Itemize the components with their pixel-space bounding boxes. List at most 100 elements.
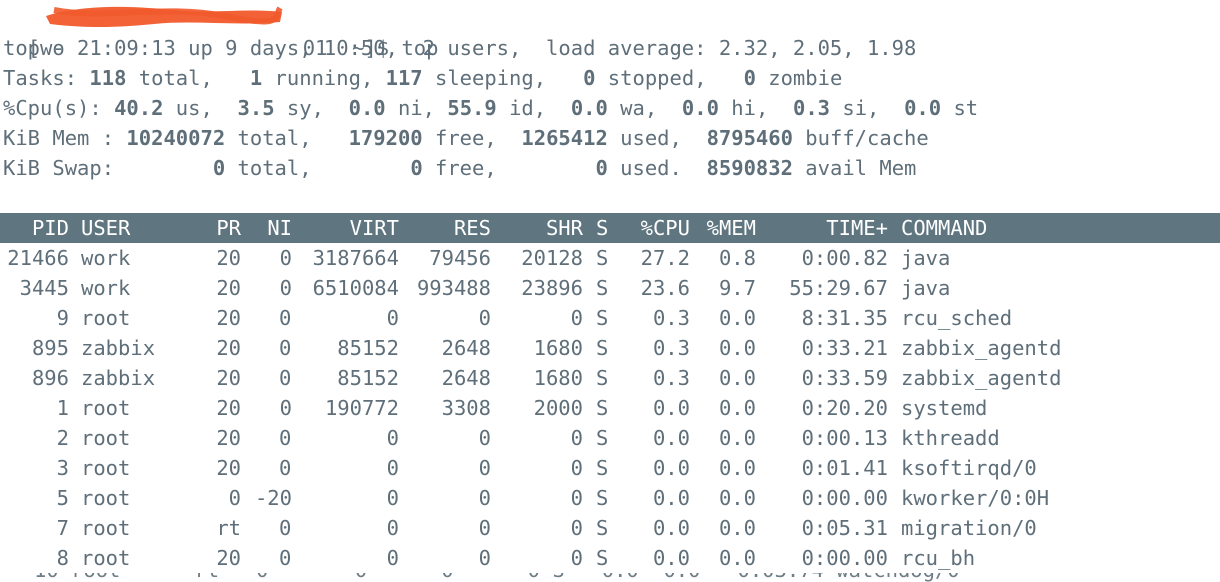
cell-command: kworker/0:0H (901, 486, 1050, 510)
tasks-sleeping-label: sleeping, (422, 66, 584, 90)
col-header-s: S (596, 216, 609, 240)
cell-res: 2648 (441, 336, 491, 360)
cell-cpu: 0.3 (652, 306, 690, 330)
cell-ni: 0 (279, 276, 292, 300)
process-row: 9 root 20 0 0 0 0 S 0.3 0.0 8:31.35 rcu_sched (0, 303, 1220, 333)
cell-pid: 7 (56, 516, 69, 540)
cell-s: S (596, 276, 609, 300)
cell-pid: 3445 (19, 276, 69, 300)
cpu-id: 55.9 (447, 96, 497, 120)
cell-pr: rt (216, 516, 241, 540)
cpu-wa: 0.0 (570, 96, 608, 120)
cpu-line: %Cpu(s): 40.2 us, 3.5 sy, 0.0 ni, 55.9 i… (3, 93, 978, 123)
cell-cpu: 27.2 (640, 246, 690, 270)
cell-s: S (596, 456, 609, 480)
cell-s: S (596, 396, 609, 420)
cell-mem: 0.0 (718, 336, 756, 360)
cell-virt: 0 (386, 306, 399, 330)
cell-pid: 1 (56, 396, 69, 420)
cell-user: work (81, 276, 131, 300)
cell-s: S (596, 486, 609, 510)
cell-time: 0:33.59 (801, 366, 888, 390)
cell-command: java (901, 276, 951, 300)
mem-line: KiB Mem : 10240072 total, 179200 free, 1… (3, 123, 929, 153)
col-header-mem: %MEM (706, 216, 756, 240)
process-row: 1 root 20 0 190772 3308 2000 S 0.0 0.0 0:20.20 syst… (0, 393, 1220, 423)
cell-cpu: 0.0 (652, 456, 690, 480)
cell-virt: 6510084 (312, 276, 399, 300)
cell-pr: 20 (216, 306, 241, 330)
mem-label: KiB Mem : (3, 126, 127, 150)
cell-command: migration/0 (901, 516, 1037, 540)
cell-time: 0:00.00 (801, 546, 888, 570)
cpu-label: %Cpu(s): (3, 96, 115, 120)
cell-mem: 0.0 (718, 366, 756, 390)
cell-mem: 0.0 (718, 516, 756, 540)
col-header-ni: NI (267, 216, 292, 240)
cell-command: systemd (901, 396, 988, 420)
cell-time: 0:01.41 (801, 456, 888, 480)
swap-free: 0 (410, 156, 423, 180)
cell-virt: 0 (386, 516, 399, 540)
cell-cpu: 0.3 (652, 336, 690, 360)
mem-used: 1265412 (521, 126, 608, 150)
col-header-command: COMMAND (901, 216, 988, 240)
cpu-wa-label: wa, (607, 96, 682, 120)
swap-used: 0 (595, 156, 608, 180)
cell-pr: 20 (216, 336, 241, 360)
redaction-scribble-icon (46, 6, 283, 27)
col-header-time: TIME+ (826, 216, 888, 240)
mem-free: 179200 (348, 126, 423, 150)
mem-used-label: used, (607, 126, 707, 150)
cell-user: zabbix (81, 336, 156, 360)
mem-buff-label: buff/cache (792, 126, 929, 150)
cell-res: 0 (478, 426, 491, 450)
cpu-us-label: us, (163, 96, 238, 120)
cell-pr: 20 (216, 276, 241, 300)
cell-cpu: 0.0 (652, 546, 690, 570)
cell-shr: 23896 (521, 276, 583, 300)
cell-time: 0:20.20 (801, 396, 888, 420)
col-header-pid: PID (31, 216, 69, 240)
cell-shr: 1680 (533, 336, 583, 360)
cell-res: 0 (478, 546, 491, 570)
mem-free-label: free, (422, 126, 522, 150)
cpu-hi-label: hi, (718, 96, 793, 120)
cell-mem: 9.7 (718, 276, 756, 300)
cell-res: 0 (478, 456, 491, 480)
cell-virt: 190772 (324, 396, 399, 420)
swap-used-label: used. (607, 156, 707, 180)
cpu-ni: 0.0 (348, 96, 386, 120)
cpu-st: 0.0 (904, 96, 942, 120)
mem-buff: 8795460 (706, 126, 793, 150)
tasks-total-label: total, (126, 66, 250, 90)
cell-shr: 0 (570, 456, 583, 480)
process-row: 7 root rt 0 0 0 0 S 0.0 0.0 0:05.31 migration/0 (0, 513, 1220, 543)
tasks-total: 118 (89, 66, 127, 90)
cell-pid: 5 (56, 486, 69, 510)
cell-user: root (81, 486, 131, 510)
cell-virt: 0 (386, 486, 399, 510)
cell-virt: 0 (386, 546, 399, 570)
cell-time: 8:31.35 (801, 306, 888, 330)
cpu-ni-label: ni, (385, 96, 448, 120)
cell-virt: 0 (386, 456, 399, 480)
mem-total-label: total, (225, 126, 349, 150)
cell-res: 2648 (441, 366, 491, 390)
cell-shr: 0 (570, 426, 583, 450)
cell-virt: 3187664 (312, 246, 399, 270)
cpu-si: 0.3 (793, 96, 831, 120)
cell-virt: 85152 (337, 336, 399, 360)
cell-command: kthreadd (901, 426, 1000, 450)
cell-ni: -20 (254, 486, 292, 510)
process-row: 3 root 20 0 0 0 0 S 0.0 0.0 0:01.41 ksoftirqd/0 (0, 453, 1220, 483)
cell-time: 0:00.00 (801, 486, 888, 510)
cell-pid: 3 (56, 456, 69, 480)
cell-res: 993488 (416, 276, 491, 300)
cell-pid: 9 (56, 306, 69, 330)
swap-free-label: free, (422, 156, 596, 180)
tasks-zombie-label: zombie (755, 66, 843, 90)
cell-s: S (596, 516, 609, 540)
cell-time: 0:00.82 (801, 246, 888, 270)
cell-res: 0 (478, 306, 491, 330)
